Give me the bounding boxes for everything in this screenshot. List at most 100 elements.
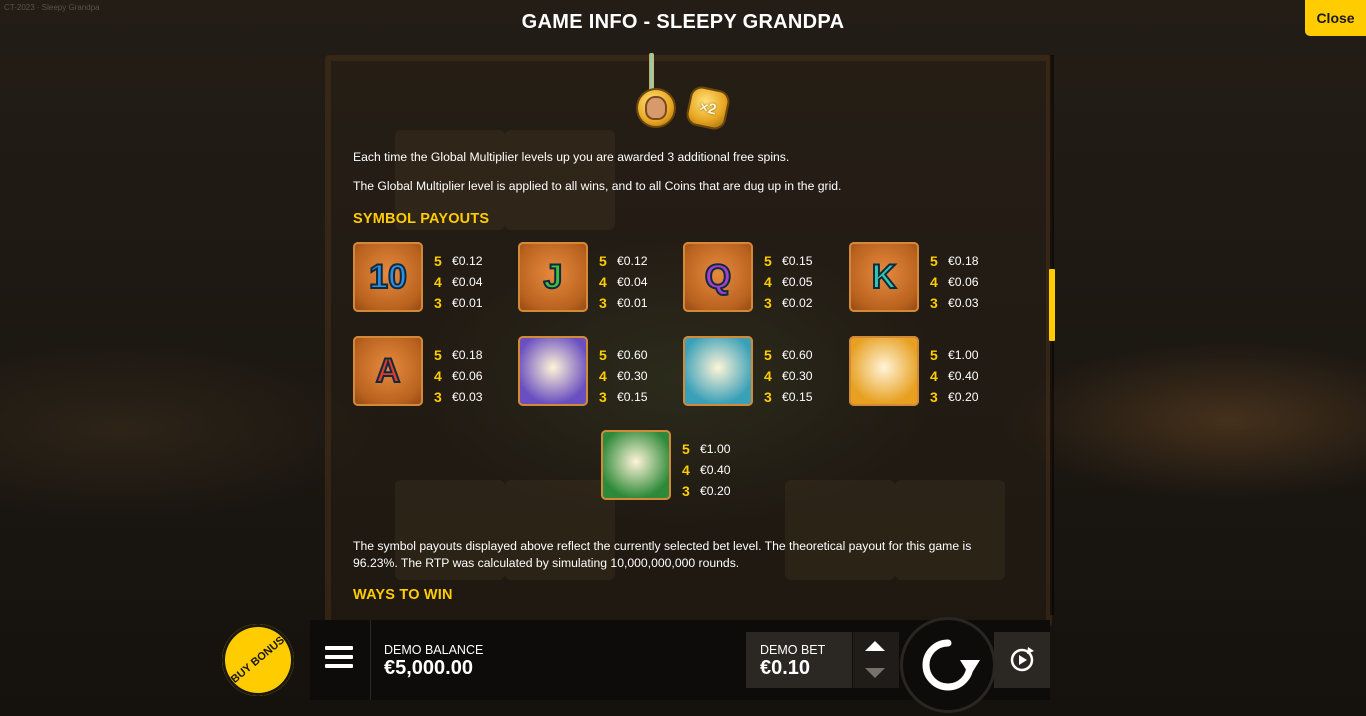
payout-list: 5 €0.12 4 €0.04 3 €0.01 — [434, 250, 483, 313]
payout-row: 5 €0.60 — [764, 344, 813, 365]
payout-row: 4 €0.30 — [764, 365, 813, 386]
page-title: GAME INFO - SLEEPY GRANDPA — [521, 11, 845, 33]
payout-value: €0.20 — [700, 483, 731, 498]
menu-icon[interactable] — [325, 646, 353, 673]
payout-row: 5 €0.15 — [764, 250, 813, 271]
chicken-icon — [518, 336, 588, 406]
payout-list: 5 €1.00 4 €0.40 3 €0.20 — [682, 438, 731, 501]
payout-value: €0.60 — [617, 347, 648, 362]
bet-value: €0.10 — [760, 657, 811, 679]
payout-row: 4 €0.04 — [434, 271, 483, 292]
symbol-glyph: K — [871, 257, 898, 297]
payout-value: €0.03 — [948, 295, 979, 310]
match-count: 4 — [434, 367, 442, 384]
cow-icon — [601, 430, 671, 500]
payout-value: €0.05 — [782, 274, 813, 289]
match-count: 3 — [434, 294, 442, 311]
match-count: 5 — [764, 346, 772, 363]
match-count: 5 — [930, 346, 938, 363]
payout-row: 5 €0.18 — [930, 250, 979, 271]
payout-row: 4 €0.40 — [682, 459, 731, 480]
payout-row: 3 €0.01 — [434, 292, 483, 313]
payout-row: 5 €0.12 — [599, 250, 648, 271]
section-heading-ways-to-win: WAYS TO WIN — [353, 587, 453, 603]
coin-chain-graphic — [649, 53, 654, 93]
match-count: 3 — [599, 388, 607, 405]
symbol-q-icon: Q — [683, 242, 753, 312]
payout-value: €0.15 — [782, 253, 813, 268]
match-count: 3 — [930, 388, 938, 405]
buy-bonus-button[interactable]: BUY BONUS — [222, 624, 294, 696]
match-count: 3 — [682, 482, 690, 499]
match-count: 4 — [599, 273, 607, 290]
match-count: 5 — [434, 346, 442, 363]
bet-label: DEMO BET — [760, 643, 826, 657]
symbol-glyph — [849, 336, 919, 406]
payout-value: €1.00 — [948, 347, 979, 362]
payout-value: €0.04 — [452, 274, 483, 289]
payout-list: 5 €0.60 4 €0.30 3 €0.15 — [764, 344, 813, 407]
symbol-glyph: J — [543, 257, 564, 297]
pig-icon — [849, 336, 919, 406]
symbol-k-icon: K — [849, 242, 919, 312]
symbol-a-icon: A — [353, 336, 423, 406]
match-count: 5 — [434, 252, 442, 269]
payout-list: 5 €0.12 4 €0.04 3 €0.01 — [599, 250, 648, 313]
symbol-glyph — [683, 336, 753, 406]
symbol-j-icon: J — [518, 242, 588, 312]
symbol-glyph: A — [375, 351, 402, 391]
payout-value: €0.06 — [452, 368, 483, 383]
payout-row: 3 €0.03 — [434, 386, 483, 407]
match-count: 3 — [930, 294, 938, 311]
payout-value: €0.30 — [782, 368, 813, 383]
payout-value: €0.40 — [948, 368, 979, 383]
spin-button[interactable] — [900, 617, 996, 713]
autoplay-button[interactable] — [994, 632, 1050, 688]
payout-list: 5 €0.18 4 €0.06 3 €0.03 — [434, 344, 483, 407]
symbol-glyph: 10 — [368, 257, 408, 297]
payout-value: €0.15 — [782, 389, 813, 404]
payout-row: 3 €0.03 — [930, 292, 979, 313]
divider — [370, 620, 371, 700]
payout-value: €0.01 — [452, 295, 483, 310]
sheep-icon — [683, 336, 753, 406]
scrollbar-thumb[interactable] — [1049, 269, 1055, 341]
match-count: 4 — [682, 461, 690, 478]
balance-label: DEMO BALANCE — [384, 643, 484, 657]
payout-row: 4 €0.04 — [599, 271, 648, 292]
payout-row: 4 €0.06 — [930, 271, 979, 292]
payout-value: €0.01 — [617, 295, 648, 310]
payout-row: 3 €0.15 — [599, 386, 648, 407]
payout-value: €0.12 — [452, 253, 483, 268]
match-count: 5 — [599, 346, 607, 363]
bet-decrease-icon[interactable] — [865, 668, 885, 678]
payout-row: 3 €0.20 — [682, 480, 731, 501]
payout-list: 5 €1.00 4 €0.40 3 €0.20 — [930, 344, 979, 407]
payout-row: 3 €0.02 — [764, 292, 813, 313]
grandpa-coin-icon — [636, 88, 676, 128]
close-button[interactable]: Close — [1305, 0, 1366, 36]
payout-row: 4 €0.06 — [434, 365, 483, 386]
match-count: 3 — [599, 294, 607, 311]
match-count: 4 — [764, 367, 772, 384]
spin-icon — [922, 639, 980, 691]
payout-value: €0.60 — [782, 347, 813, 362]
payout-value: €0.40 — [700, 462, 731, 477]
match-count: 4 — [930, 273, 938, 290]
payout-value: €0.30 — [617, 368, 648, 383]
bet-increase-icon[interactable] — [865, 641, 885, 651]
payout-row: 4 €0.40 — [930, 365, 979, 386]
payout-value: €0.03 — [452, 389, 483, 404]
match-count: 3 — [434, 388, 442, 405]
payout-value: €0.15 — [617, 389, 648, 404]
symbol-10-icon: 10 — [353, 242, 423, 312]
payout-note: The symbol payouts displayed above refle… — [353, 539, 972, 570]
match-count: 4 — [434, 273, 442, 290]
payout-row: 3 €0.15 — [764, 386, 813, 407]
payout-value: €0.04 — [617, 274, 648, 289]
payout-row: 3 €0.01 — [599, 292, 648, 313]
payout-value: €0.06 — [948, 274, 979, 289]
payout-value: €0.18 — [948, 253, 979, 268]
symbol-glyph — [601, 430, 671, 500]
match-count: 5 — [764, 252, 772, 269]
